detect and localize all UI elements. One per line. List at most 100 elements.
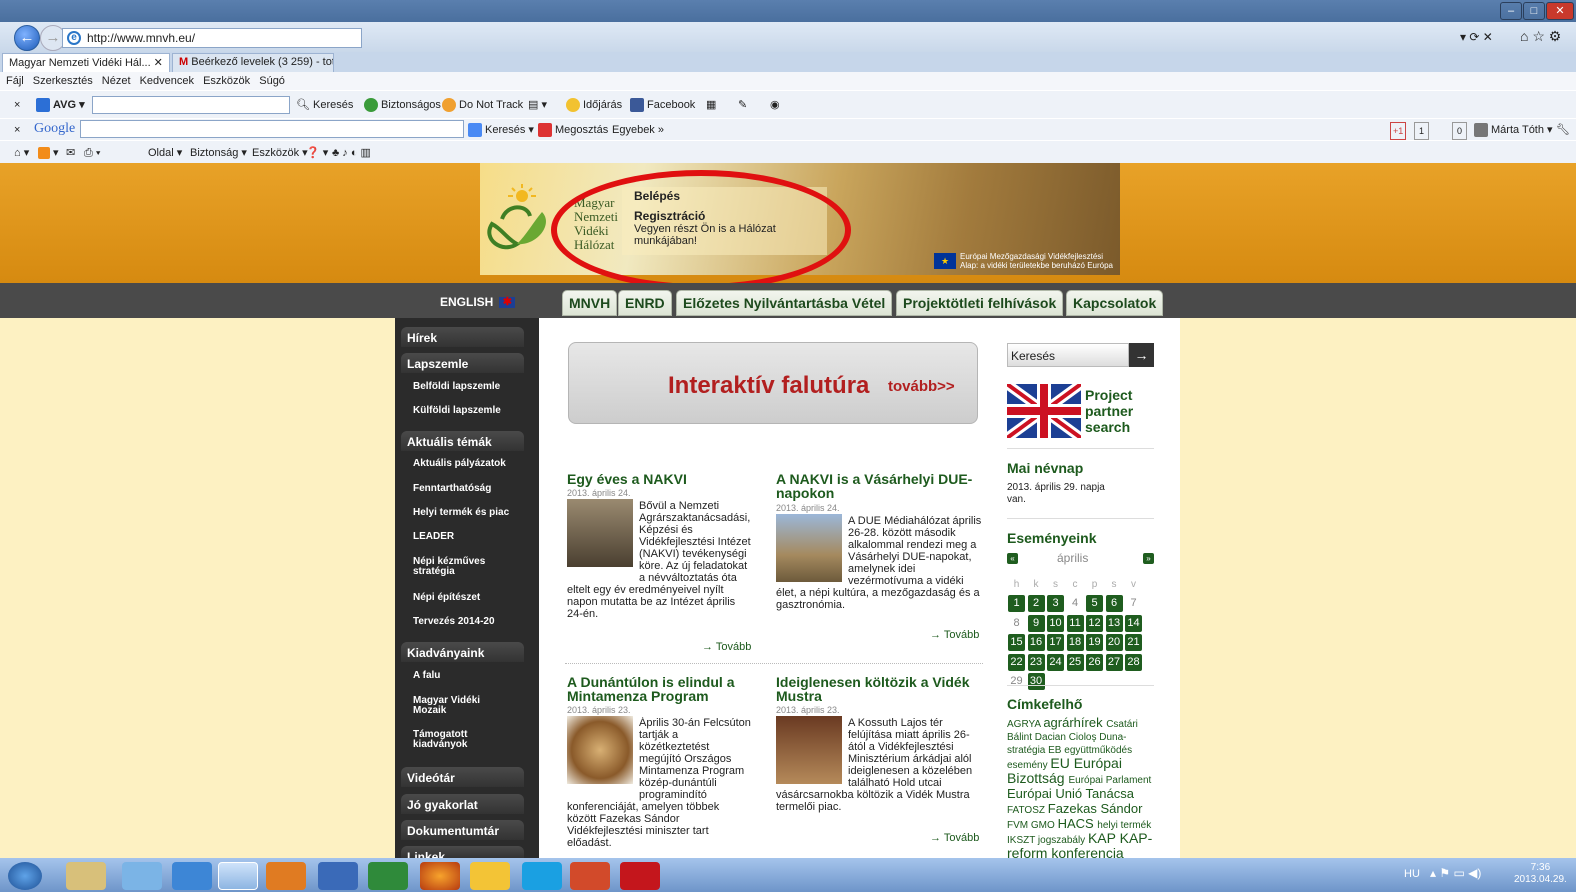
calendar-day[interactable]: 3: [1047, 595, 1064, 612]
avg-logo[interactable]: AVG ▾: [36, 97, 85, 113]
sidebar-aktualis[interactable]: Aktuális témák: [401, 431, 524, 451]
gplus-button[interactable]: +1: [1390, 122, 1407, 140]
trash-icon[interactable]: ▤ ▾: [528, 97, 547, 113]
facebook-button[interactable]: Facebook: [630, 97, 695, 113]
back-button[interactable]: ←: [14, 25, 40, 51]
avg-search-button[interactable]: 🔍︎ Keresés: [296, 97, 353, 113]
explorer-icon[interactable]: [66, 862, 106, 890]
calendar-day[interactable]: 15: [1008, 634, 1025, 651]
word-icon[interactable]: [318, 862, 358, 890]
menu-help[interactable]: Súgó: [259, 72, 285, 90]
sidebar-dokumentumtar[interactable]: Dokumentumtár: [401, 820, 524, 840]
calendar-day[interactable]: 29: [1008, 673, 1025, 690]
tab-projektotlet[interactable]: Projektötleti felhívások: [896, 290, 1064, 316]
start-button[interactable]: [8, 862, 42, 890]
tab-nyilvantartas[interactable]: Előzetes Nyilvántartásba Vétel: [676, 290, 893, 316]
calendar-day[interactable]: 27: [1105, 653, 1123, 671]
weather-button[interactable]: Időjárás: [566, 97, 622, 113]
calendar-day[interactable]: 30: [1027, 673, 1045, 690]
sidebar-lapszemle[interactable]: Lapszemle: [401, 353, 524, 373]
calendar-day[interactable]: 8: [1008, 615, 1025, 632]
page-menu[interactable]: Oldal ▾: [148, 145, 182, 161]
news-more-link[interactable]: → Tovább: [930, 629, 979, 641]
app-icon[interactable]: [570, 862, 610, 890]
tab-kapcsolatok[interactable]: Kapcsolatok: [1066, 290, 1164, 316]
sidebar-linkek[interactable]: Linkek: [401, 846, 524, 858]
news-more-link[interactable]: → Tovább: [702, 641, 751, 653]
calendar-day[interactable]: 13: [1105, 614, 1123, 632]
close-toolbar-icon[interactable]: ×: [14, 97, 20, 113]
sidebar-item-leader[interactable]: LEADER: [413, 532, 525, 542]
next-month-button[interactable]: »: [1143, 553, 1154, 564]
close-google-toolbar-icon[interactable]: ×: [14, 122, 20, 138]
sidebar-item-fenntarthatosag[interactable]: Fenntarthatóság: [413, 484, 525, 494]
tab-mnvh[interactable]: Magyar Nemzeti Vidéki Hál... ✕: [2, 53, 170, 72]
tray-icons[interactable]: ▴ ⚑ ▭ ◀): [1430, 866, 1481, 880]
menu-tools[interactable]: Eszközök: [203, 72, 250, 90]
mnvh-logo[interactable]: [482, 184, 560, 254]
calendar-day[interactable]: 1: [1008, 595, 1025, 612]
skype-icon[interactable]: [522, 862, 562, 890]
search-input[interactable]: Keresés: [1007, 343, 1129, 367]
tab-mnvh[interactable]: MNVH: [562, 290, 618, 316]
english-link[interactable]: ENGLISH ✱: [440, 295, 516, 309]
minimize-button[interactable]: –: [1500, 2, 1522, 20]
home-star-gear-icons[interactable]: ⌂ ☆ ⚙: [1520, 28, 1561, 44]
url-input[interactable]: e http://www.mnvh.eu/: [62, 28, 362, 48]
sidebar-hirek[interactable]: Hírek: [401, 327, 524, 347]
calendar-day[interactable]: 21: [1125, 634, 1142, 651]
google-search-input[interactable]: [80, 120, 464, 138]
print-icon[interactable]: ⎙ ▾: [84, 145, 100, 161]
sidebar-item-kulfoldi[interactable]: Külföldi lapszemle: [413, 406, 525, 416]
calc-icon[interactable]: ▦: [706, 97, 716, 113]
sticky-icon[interactable]: [470, 862, 510, 890]
sidebar-item-helyi[interactable]: Helyi termék és piac: [413, 508, 525, 518]
sidebar-videotar[interactable]: Videótár: [401, 767, 524, 787]
calendar-day[interactable]: 28: [1125, 653, 1142, 671]
language-indicator[interactable]: HU: [1404, 868, 1420, 880]
menu-edit[interactable]: Szerkesztés: [33, 72, 93, 90]
calendar-day[interactable]: 2: [1027, 595, 1045, 612]
news-title[interactable]: A NAKVI is a Vásárhelyi DUE-napokon: [776, 472, 976, 500]
tab-enrd[interactable]: ENRD: [618, 290, 672, 316]
wrench-icon[interactable]: 🔧︎: [1556, 122, 1570, 138]
mail-icon[interactable]: ✉: [66, 145, 75, 161]
calendar-day[interactable]: 5: [1086, 595, 1103, 612]
calendar-day[interactable]: 23: [1027, 653, 1045, 671]
menu-view[interactable]: Nézet: [102, 72, 131, 90]
firefox-icon[interactable]: [420, 862, 460, 890]
share-button[interactable]: Megosztás: [538, 122, 608, 138]
security-button[interactable]: Biztonságos: [364, 97, 441, 113]
calendar-day[interactable]: 9: [1027, 614, 1045, 632]
google-search-button[interactable]: Keresés ▾: [468, 122, 534, 138]
sidebar-item-tamogatott[interactable]: Támogatott kiadványok: [413, 730, 483, 750]
calendar-day[interactable]: 25: [1066, 653, 1084, 671]
home-icon[interactable]: ⌂ ▾: [14, 145, 29, 161]
ie-taskbar-icon[interactable]: [218, 862, 258, 890]
rss-icon[interactable]: ▾: [38, 145, 59, 161]
calendar-day[interactable]: 22: [1008, 653, 1025, 671]
promo-more-link[interactable]: tovább>>: [888, 378, 955, 395]
libraries-icon[interactable]: [122, 862, 162, 890]
news-title[interactable]: Ideiglenesen költözik a Vidék Mustra: [776, 675, 976, 703]
calendar-day[interactable]: 24: [1047, 653, 1064, 671]
news-title[interactable]: A Dunántúlon is elindul a Mintamenza Pro…: [567, 675, 757, 703]
calendar-day[interactable]: 16: [1027, 634, 1045, 651]
do-not-track-button[interactable]: Do Not Track: [442, 97, 523, 113]
sidebar-item-mozaik[interactable]: Magyar Vidéki Mozaik: [413, 696, 509, 716]
tab-gmail[interactable]: M Beérkező levelek (3 259) - toth...: [172, 53, 334, 72]
acrobat-icon[interactable]: [620, 862, 660, 890]
sidebar-jo-gyakorlat[interactable]: Jó gyakorlat: [401, 794, 524, 814]
refresh-stop-icons[interactable]: ▾ ⟳ ✕: [1460, 29, 1493, 45]
calendar-day[interactable]: 12: [1086, 614, 1103, 632]
menu-favorites[interactable]: Kedvencek: [140, 72, 194, 90]
calendar-day[interactable]: 10: [1047, 614, 1064, 632]
menu-file[interactable]: Fájl: [6, 72, 24, 90]
promo-title[interactable]: Interaktív falutúra: [668, 372, 869, 400]
maximize-button[interactable]: □: [1523, 2, 1545, 20]
news-more-link[interactable]: → Tovább: [930, 832, 979, 844]
magnifier-icon[interactable]: ◉: [770, 97, 780, 113]
calendar-day[interactable]: 17: [1047, 634, 1064, 651]
calendar-day[interactable]: 4: [1067, 595, 1084, 612]
sidebar-kiadvanyaink[interactable]: Kiadványaink: [401, 642, 524, 662]
